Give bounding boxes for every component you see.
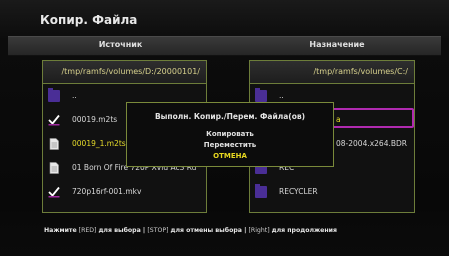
destination-list-item[interactable]: RECYCLER bbox=[250, 182, 414, 202]
red-key-hint: [RED] bbox=[78, 227, 97, 234]
stop-key-hint: [STOP] bbox=[147, 227, 169, 234]
destination-item-label: 08-2004.x264.BDR bbox=[336, 139, 407, 148]
destination-item-label: a bbox=[336, 115, 341, 124]
dialog-title: Выполн. Копир./Перем. Файла(ов) bbox=[154, 112, 306, 121]
checkbox-checked-icon bbox=[48, 186, 60, 198]
footer-text: для выбора | bbox=[98, 227, 148, 234]
footer-text: для отмены выбора | bbox=[170, 227, 249, 234]
source-path: /tmp/ramfs/volumes/D:/20000101/ bbox=[43, 61, 206, 84]
folder-icon bbox=[255, 184, 267, 198]
right-key-hint: [Right] bbox=[248, 227, 270, 234]
folder-icon bbox=[48, 88, 60, 102]
column-header-bar: Источник Назначение bbox=[8, 36, 441, 56]
source-column-header: Источник bbox=[98, 40, 143, 49]
copy-move-dialog: Выполн. Копир./Перем. Файла(ов) Копирова… bbox=[126, 102, 334, 167]
source-item-label: 720p16rf-001.mkv bbox=[72, 187, 142, 196]
screen: Копир. Файла Источник Назначение /tmp/ra… bbox=[0, 0, 449, 256]
destination-path: /tmp/ramfs/volumes/C:/ bbox=[250, 61, 414, 84]
cancel-option[interactable]: ОТМЕНА bbox=[127, 152, 333, 160]
folder-icon bbox=[255, 88, 267, 102]
move-option[interactable]: Переместить bbox=[127, 141, 333, 149]
checkbox-checked-icon bbox=[48, 114, 60, 126]
copy-option[interactable]: Копировать bbox=[127, 130, 333, 138]
app-title: Копир. Файла bbox=[40, 13, 138, 27]
file-icon bbox=[48, 162, 60, 174]
source-item-label: 00019.m2ts bbox=[72, 115, 118, 124]
destination-item-label: .. bbox=[279, 91, 284, 100]
source-item-label: .. bbox=[72, 91, 77, 100]
source-list-item[interactable]: 720p16rf-001.mkv bbox=[43, 182, 206, 202]
source-item-label: 00019_1.m2ts bbox=[72, 139, 126, 148]
footer-text: Нажмите bbox=[44, 227, 77, 234]
footer-text: для продолжения bbox=[271, 227, 337, 234]
destination-item-label: RECYCLER bbox=[279, 187, 318, 196]
file-icon bbox=[48, 138, 60, 150]
help-footer: Нажмите [RED] для выбора | [STOP] для от… bbox=[44, 227, 337, 234]
destination-column-header: Назначение bbox=[309, 40, 365, 49]
